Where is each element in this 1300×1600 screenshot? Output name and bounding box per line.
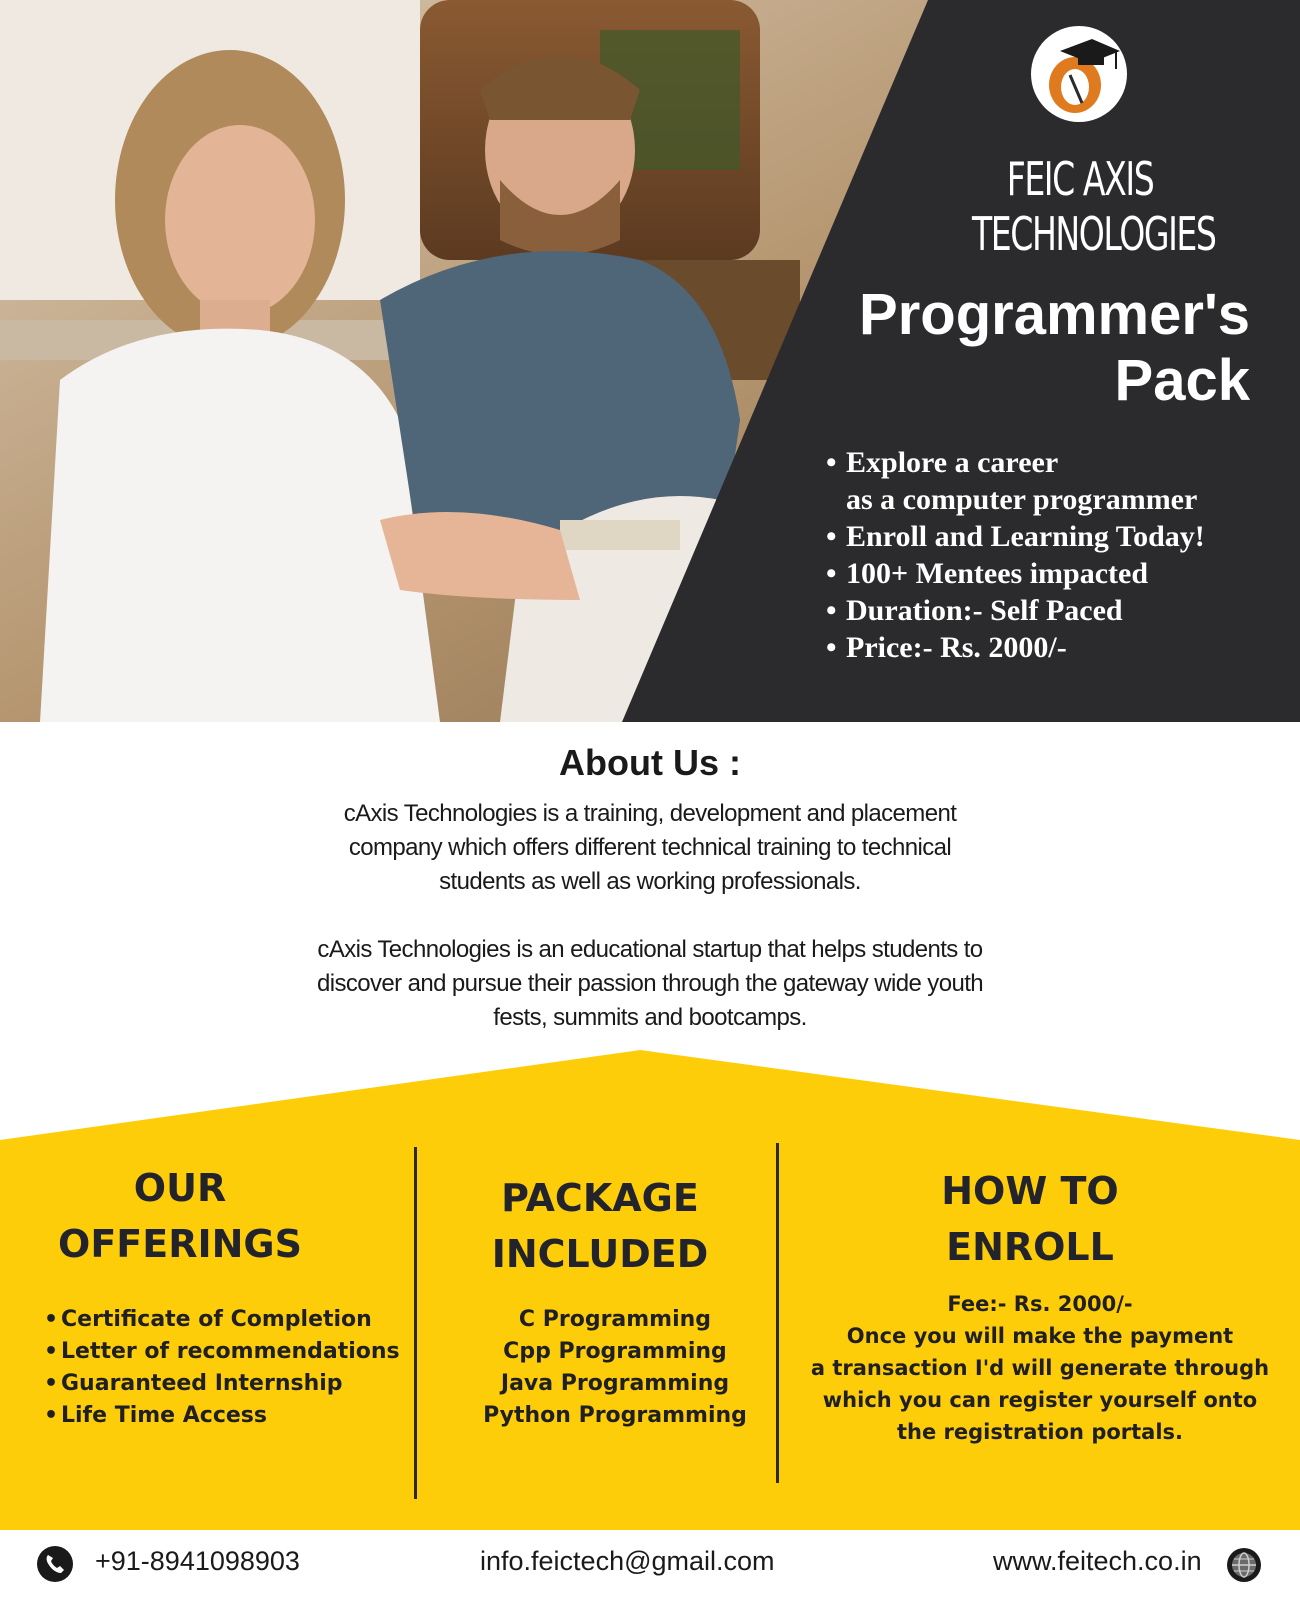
enroll-instructions: Fee:- Rs. 2000/- Once you will make the … xyxy=(790,1288,1290,1448)
hero-point: • Explore a career xyxy=(826,444,1205,481)
package-title-line-1: PACKAGE xyxy=(501,1176,699,1220)
about-line: cAxis Technologies is a training, develo… xyxy=(343,800,957,827)
hero-title-line-1: Programmer's xyxy=(859,282,1250,347)
bullet: • xyxy=(826,631,837,664)
enroll-line: the registration portals. xyxy=(896,1420,1184,1444)
hero-point-text: Duration:- Self Paced xyxy=(846,594,1123,627)
hero-point-continuation: as a computer programmer xyxy=(826,481,1205,518)
bullet: • xyxy=(44,1371,59,1396)
bullet: • xyxy=(826,520,837,553)
bullet: • xyxy=(44,1403,59,1428)
about-title: About Us : xyxy=(559,742,741,783)
bullet: • xyxy=(826,557,837,590)
brand-name: FEIC AXIS TECHNOLOGIES xyxy=(972,152,1217,262)
enroll-line: Once you will make the payment xyxy=(846,1324,1234,1348)
hero-point-text: Enroll and Learning Today! xyxy=(846,520,1205,553)
bullet: • xyxy=(826,446,837,479)
list-item: Python Programming xyxy=(483,1403,747,1428)
offerings-title-line-1: OUR xyxy=(133,1166,227,1210)
brand-line-1: FEIC AXIS xyxy=(1006,152,1155,206)
enroll-title: HOW TO ENROLL xyxy=(890,1163,1170,1275)
hero-section: FEIC AXIS TECHNOLOGIES Programmer's Pack… xyxy=(0,0,1300,722)
enroll-line: which you can register yourself onto xyxy=(822,1388,1258,1412)
list-item: • Certificate of Completion xyxy=(44,1304,400,1336)
hero-title: Programmer's Pack xyxy=(730,282,1250,414)
hero-point: • 100+ Mentees impacted xyxy=(826,555,1205,592)
package-list: C Programming Cpp Programming Java Progr… xyxy=(440,1304,790,1432)
about-line: students as well as working professional… xyxy=(439,868,861,895)
column-divider xyxy=(414,1147,417,1499)
offerings-list: • Certificate of Completion • Letter of re… xyxy=(44,1304,400,1432)
footer-website[interactable]: www.feitech.co.in xyxy=(993,1546,1202,1577)
footer-phone[interactable]: +91-8941098903 xyxy=(95,1546,300,1577)
hero-point: • Duration:- Self Paced xyxy=(826,592,1205,629)
footer-email[interactable]: info.feictech@gmail.com xyxy=(480,1546,775,1577)
graduation-cap-logo xyxy=(1031,26,1127,122)
about-paragraph-1: cAxis Technologies is a training, develo… xyxy=(200,797,1100,899)
list-item: • Letter of recommendations xyxy=(44,1336,400,1368)
enroll-line: Fee:- Rs. 2000/- xyxy=(947,1292,1133,1316)
hero-title-line-2: Pack xyxy=(1114,348,1250,413)
list-item-text: Letter of recommendations xyxy=(61,1339,400,1364)
offerings-title: OUR OFFERINGS xyxy=(40,1160,320,1272)
hero-point-text: 100+ Mentees impacted xyxy=(846,557,1149,590)
hero-point-text: Explore a career xyxy=(846,446,1059,479)
list-item: • Life Time Access xyxy=(44,1400,400,1432)
hero-point-text: Price:- Rs. 2000/- xyxy=(846,631,1067,664)
about-line: fests, summits and bootcamps. xyxy=(493,1004,807,1031)
enroll-line: a transaction I'd will generate through xyxy=(810,1356,1270,1380)
package-title: PACKAGE INCLUDED xyxy=(460,1170,740,1282)
bullet: • xyxy=(826,594,837,627)
list-item-text: Guaranteed Internship xyxy=(61,1371,343,1396)
hero-point: • Enroll and Learning Today! xyxy=(826,518,1205,555)
enroll-title-line-1: HOW TO xyxy=(941,1169,1119,1213)
hero-points: • Explore a career as a computer programm… xyxy=(826,444,1205,666)
about-line: cAxis Technologies is an educational sta… xyxy=(317,936,983,963)
hero-point: • Price:- Rs. 2000/- xyxy=(826,629,1205,666)
list-item-text: Life Time Access xyxy=(61,1403,267,1428)
phone-icon xyxy=(37,1546,73,1582)
list-item: Cpp Programming xyxy=(503,1339,727,1364)
bullet: • xyxy=(44,1339,59,1364)
list-item-text: Certificate of Completion xyxy=(61,1307,372,1332)
about-line: discover and pursue their passion throug… xyxy=(316,970,984,997)
package-title-line-2: INCLUDED xyxy=(491,1232,709,1276)
bullet: • xyxy=(44,1307,59,1332)
list-item: Java Programming xyxy=(500,1371,730,1396)
brand-line-2: TECHNOLOGIES xyxy=(972,207,1217,261)
about-line: company which offers different technical… xyxy=(348,834,952,861)
list-item: • Guaranteed Internship xyxy=(44,1368,400,1400)
hero-point-text: as a computer programmer xyxy=(846,483,1198,516)
globe-icon xyxy=(1227,1548,1261,1582)
list-item: C Programming xyxy=(518,1307,712,1332)
enroll-title-line-2: ENROLL xyxy=(946,1225,1114,1269)
offerings-title-line-2: OFFERINGS xyxy=(58,1222,302,1266)
about-paragraph-2: cAxis Technologies is an educational sta… xyxy=(200,933,1100,1035)
